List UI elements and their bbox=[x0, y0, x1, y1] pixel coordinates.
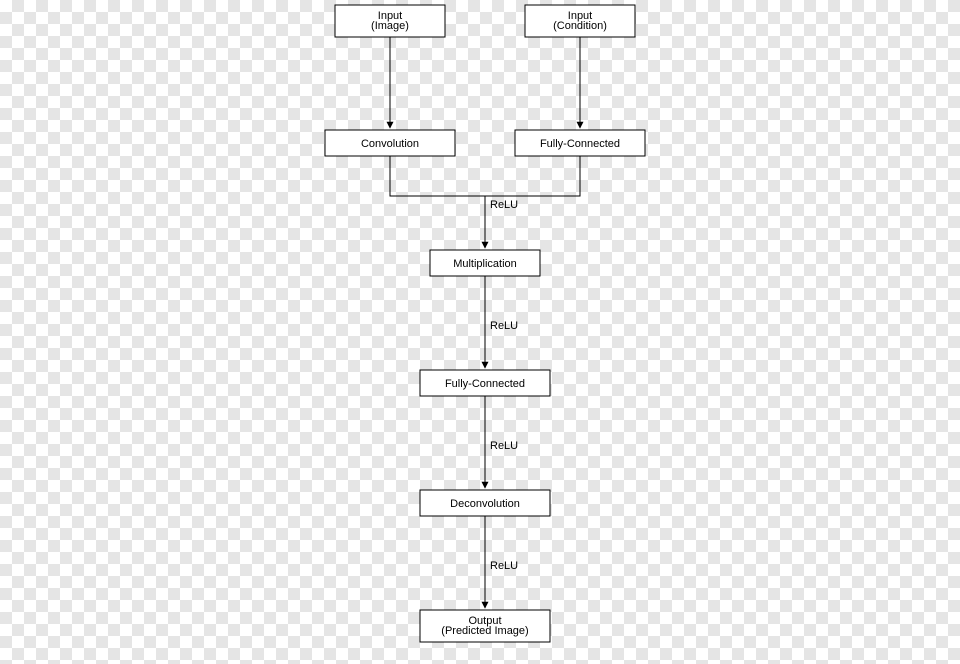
node-multiplication: Multiplication bbox=[430, 250, 540, 276]
output-line2: (Predicted Image) bbox=[441, 625, 528, 637]
fc2-label: Fully-Connected bbox=[445, 378, 525, 390]
node-input-image: Input (Image) bbox=[335, 5, 445, 37]
mult-label: Multiplication bbox=[453, 258, 517, 270]
edge-conv-merge bbox=[390, 156, 485, 196]
label-merge-relu: ReLU bbox=[490, 199, 518, 211]
node-fully-connected-1: Fully-Connected bbox=[515, 130, 645, 156]
edge-fc1-merge bbox=[485, 156, 580, 196]
input-image-line2: (Image) bbox=[371, 20, 409, 32]
node-fully-connected-2: Fully-Connected bbox=[420, 370, 550, 396]
conv-label: Convolution bbox=[361, 138, 419, 150]
fc1-label: Fully-Connected bbox=[540, 138, 620, 150]
label-mult-relu: ReLU bbox=[490, 320, 518, 332]
node-convolution: Convolution bbox=[325, 130, 455, 156]
label-deconv-relu: ReLU bbox=[490, 560, 518, 572]
label-fc2-relu: ReLU bbox=[490, 440, 518, 452]
node-output: Output (Predicted Image) bbox=[420, 610, 550, 642]
node-input-condition: Input (Condition) bbox=[525, 5, 635, 37]
flowchart-diagram: Input (Image) Input (Condition) Convolut… bbox=[0, 0, 960, 664]
deconv-label: Deconvolution bbox=[450, 498, 520, 510]
node-deconvolution: Deconvolution bbox=[420, 490, 550, 516]
input-cond-line2: (Condition) bbox=[553, 20, 607, 32]
